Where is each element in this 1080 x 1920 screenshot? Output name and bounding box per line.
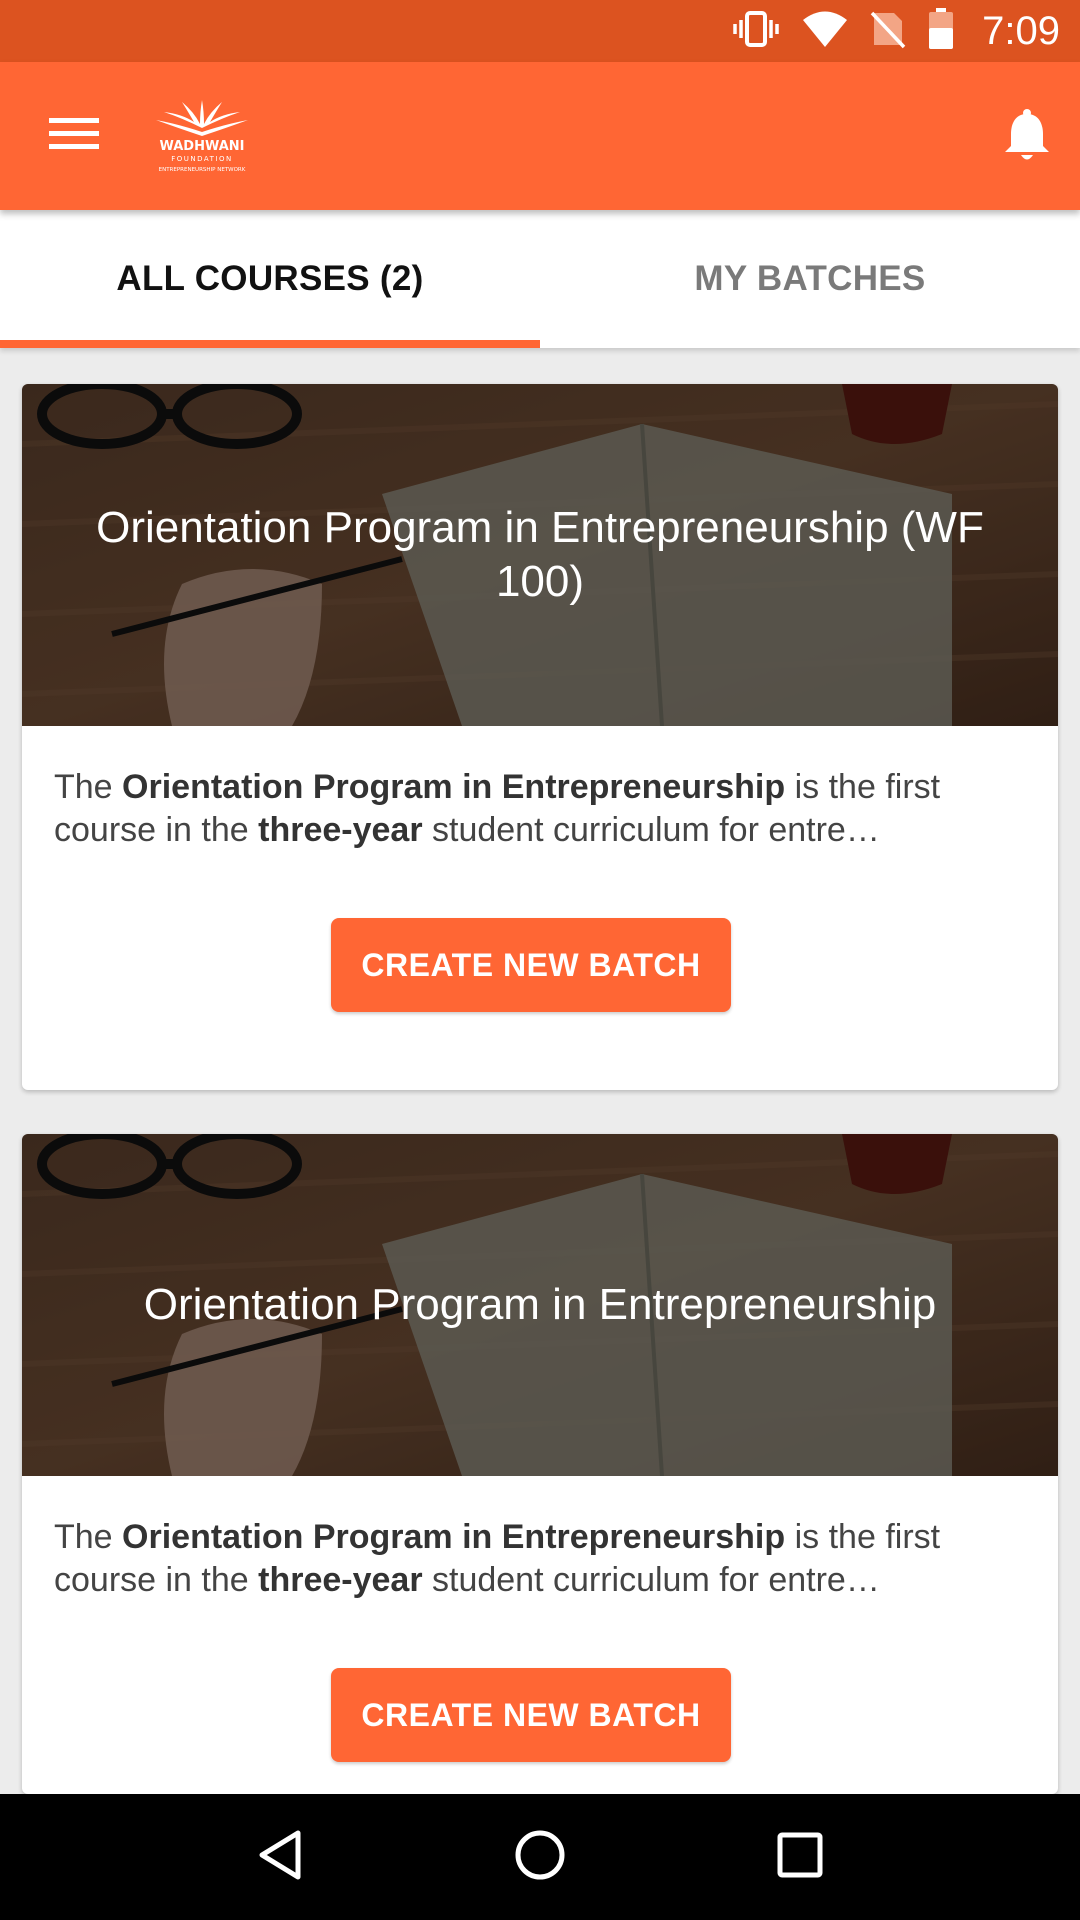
hamburger-menu-icon [49, 116, 99, 157]
logo-sub2: ENTREPRENEURSHIP NETWORK [159, 167, 246, 173]
course-title: Orientation Program in Entrepreneurship … [96, 503, 984, 606]
course-banner: Orientation Program in Entrepreneurship [22, 1134, 1058, 1476]
logo-sub1: FOUNDATION [171, 155, 233, 163]
desc-text: student curriculum for entre… [422, 1561, 880, 1599]
course-description: The Orientation Program in Entrepreneurs… [54, 1516, 1026, 1602]
course-card[interactable]: Orientation Program in Entrepreneurship … [22, 1134, 1058, 1794]
desc-text: The [54, 1518, 123, 1556]
desc-bold: three-year [258, 811, 423, 849]
create-new-batch-button[interactable]: CREATE NEW BATCH [331, 1668, 731, 1762]
menu-button[interactable] [34, 106, 114, 166]
screen: 7:09 WADHWANI FOUNDATION ENTREPRENEURSHI… [0, 0, 1080, 1920]
tab-all-courses[interactable]: ALL COURSES (2) [0, 210, 540, 348]
bell-icon [1003, 108, 1051, 167]
wadhwani-logo: WADHWANI FOUNDATION ENTREPRENEURSHIP NET… [142, 98, 262, 178]
status-icons: 7:09 [732, 0, 1060, 62]
recents-icon [776, 1831, 824, 1884]
wifi-icon [802, 9, 848, 54]
recents-button[interactable] [755, 1812, 845, 1902]
home-button[interactable] [495, 1812, 585, 1902]
battery-icon [928, 7, 954, 55]
tab-bar: ALL COURSES (2) MY BATCHES [0, 210, 1080, 348]
home-icon [513, 1828, 567, 1887]
system-nav-bar [0, 1794, 1080, 1920]
logo-name: WADHWANI [159, 139, 244, 154]
desc-bold: Orientation Program in Entrepreneurship [122, 768, 786, 806]
status-bar: 7:09 [0, 0, 1080, 62]
status-time: 7:09 [982, 8, 1060, 53]
notifications-button[interactable] [992, 102, 1062, 172]
app-bar: WADHWANI FOUNDATION ENTREPRENEURSHIP NET… [0, 62, 1080, 210]
course-banner: Orientation Program in Entrepreneurship … [22, 384, 1058, 726]
desc-bold: Orientation Program in Entrepreneurship [122, 1518, 786, 1556]
vibrate-icon [732, 9, 780, 54]
desc-bold: three-year [258, 1561, 423, 1599]
course-card[interactable]: Orientation Program in Entrepreneurship … [22, 384, 1058, 1090]
create-new-batch-button[interactable]: CREATE NEW BATCH [331, 918, 731, 1012]
back-icon [256, 1829, 304, 1886]
tab-my-batches[interactable]: MY BATCHES [540, 210, 1080, 348]
course-description: The Orientation Program in Entrepreneurs… [54, 766, 1026, 852]
no-sim-icon [870, 9, 906, 54]
desc-text: student curriculum for entre… [422, 811, 880, 849]
back-button[interactable] [235, 1812, 325, 1902]
course-title: Orientation Program in Entrepreneurship [143, 1280, 937, 1329]
desc-text: The [54, 768, 123, 806]
